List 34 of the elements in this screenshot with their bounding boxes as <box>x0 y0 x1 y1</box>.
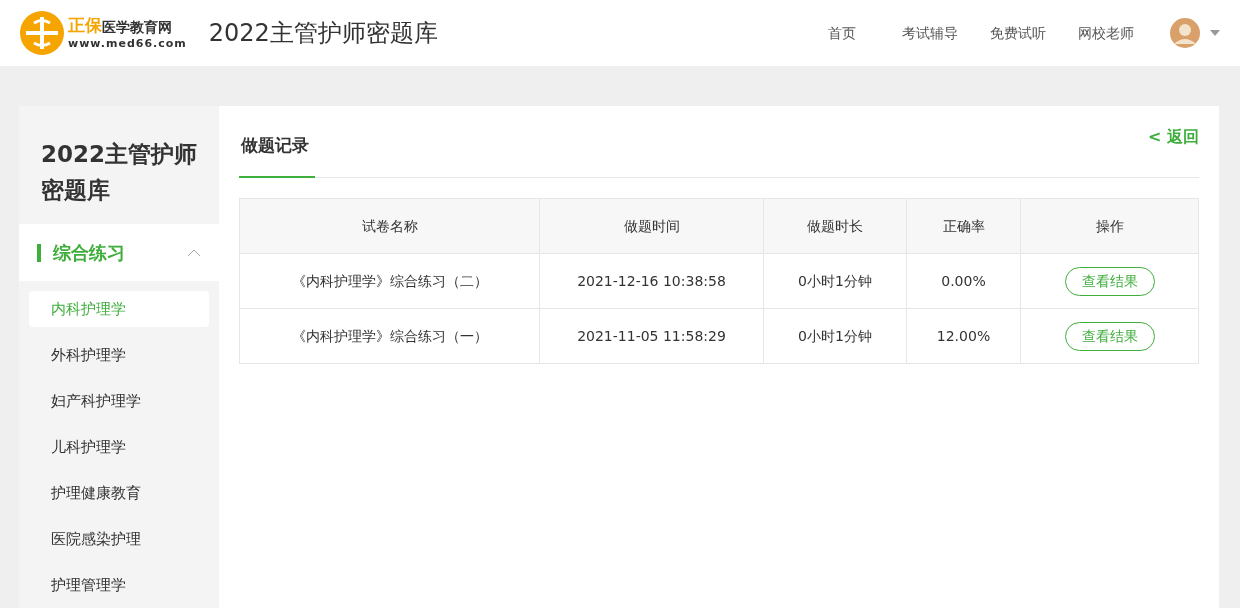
logo-icon <box>20 11 64 55</box>
column-header: 做题时长 <box>763 198 907 254</box>
nav-link[interactable]: 考试辅导 <box>902 22 958 44</box>
table-cell: 2021-12-16 10:38:58 <box>539 253 764 309</box>
sidebar-item[interactable]: 护理健康教育 <box>29 475 209 511</box>
sidebar-item[interactable]: 外科护理学 <box>29 337 209 373</box>
sidebar-title: 2022主管护师密题库 <box>40 140 198 205</box>
table-cell: 2021-11-05 11:58:29 <box>539 308 764 364</box>
table-cell: 12.00% <box>906 308 1021 364</box>
caret-icon[interactable] <box>1210 30 1220 36</box>
column-header: 做题时间 <box>539 198 764 254</box>
site-title: 2022主管护师密题库 <box>208 18 438 49</box>
table-cell: 《内科护理学》综合练习（二） <box>239 253 540 309</box>
logo-url: www.med66.com <box>68 38 187 49</box>
table-cell: 0小时1分钟 <box>763 308 907 364</box>
logo-brand-name: 医学教育网 <box>102 20 172 34</box>
avatar-icon[interactable] <box>1170 18 1200 48</box>
column-header: 试卷名称 <box>239 198 540 254</box>
section-label: 综合练习 <box>37 243 125 262</box>
nav-link[interactable]: 免费试听 <box>990 22 1046 44</box>
sidebar-item[interactable]: 护理管理学 <box>29 567 209 603</box>
table-cell: 0.00% <box>906 253 1021 309</box>
chevron-icon[interactable] <box>187 248 201 257</box>
logo-brand-mark: 正保 <box>68 17 102 34</box>
record-tab[interactable]: 做题记录 <box>239 132 315 178</box>
column-header: 正确率 <box>906 198 1021 254</box>
sidebar-item[interactable]: 医院感染护理 <box>29 521 209 557</box>
nav-link[interactable]: 网校老师 <box>1078 22 1134 44</box>
sidebar-item[interactable]: 妇产科护理学 <box>29 383 209 419</box>
table-cell: 0小时1分钟 <box>763 253 907 309</box>
table-cell: 《内科护理学》综合练习（一） <box>239 308 540 364</box>
column-header: 操作 <box>1020 198 1199 254</box>
sidebar-item[interactable]: 儿科护理学 <box>29 429 209 465</box>
nav-link[interactable]: 首页 <box>828 22 856 44</box>
